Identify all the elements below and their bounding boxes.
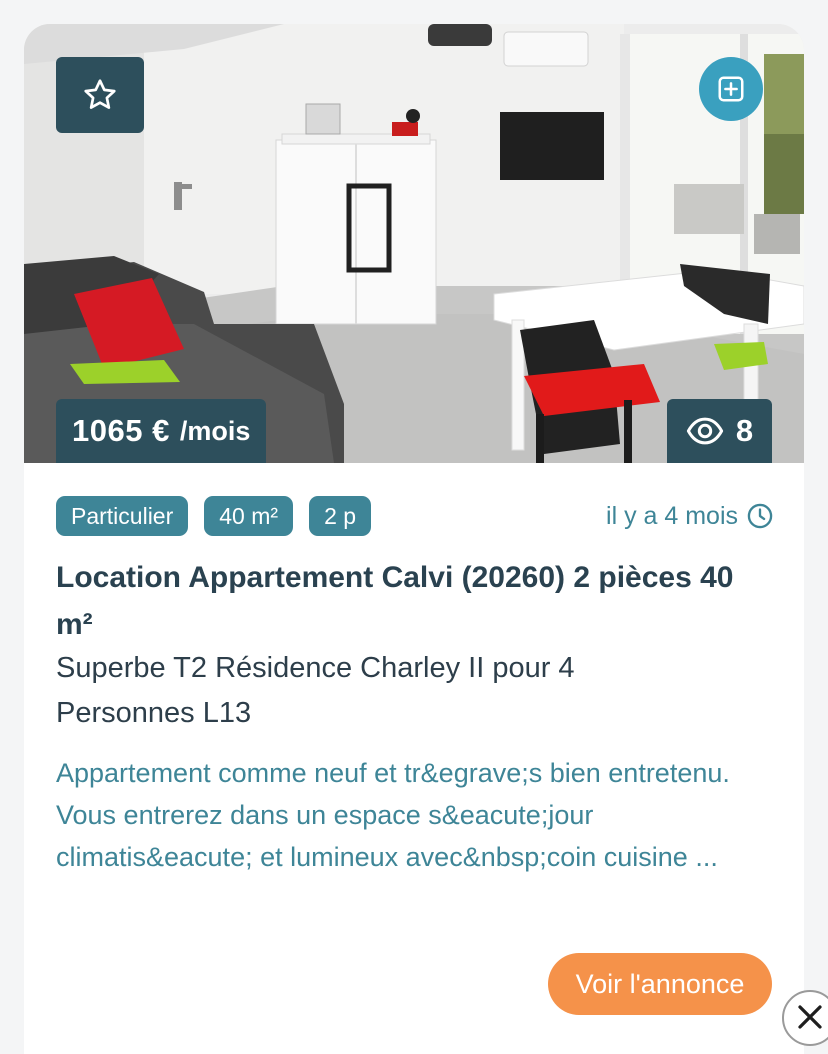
views-badge: 8 [667,399,772,463]
eye-icon [686,417,724,445]
close-icon [798,1005,822,1029]
star-icon [84,79,116,109]
tag-rooms: 2 p [309,496,372,536]
listing-photo[interactable]: 1065 € /mois 8 [24,24,804,463]
listing-card[interactable]: 1065 € /mois 8 Particulier 40 m² 2 p il … [24,24,804,1054]
clock-icon [747,503,773,529]
tag-surface: 40 m² [204,496,294,536]
listing-tags: Particulier 40 m² 2 p [56,496,372,536]
listing-description: Appartement comme neuf et tr&egrave;s bi… [56,758,730,872]
views-count: 8 [735,413,754,448]
price-value: 1065 € [72,413,170,448]
listing-title[interactable]: Location Appartement Calvi (20260) 2 piè… [56,554,776,648]
price-badge: 1065 € /mois [56,399,267,463]
tag-seller-type: Particulier [56,496,189,536]
add-to-selection-button[interactable] [699,57,763,121]
price-unit: /mois [179,415,251,446]
favorite-button[interactable] [56,57,144,133]
view-listing-button[interactable]: Voir l'annonce [548,953,772,1015]
posted-date: il y a 4 mois [606,500,774,532]
plus-square-icon [718,76,744,102]
posted-date-text: il y a 4 mois [606,502,738,530]
listing-subtitle: Superbe T2 Résidence Charley II pour 4 P… [56,652,575,729]
